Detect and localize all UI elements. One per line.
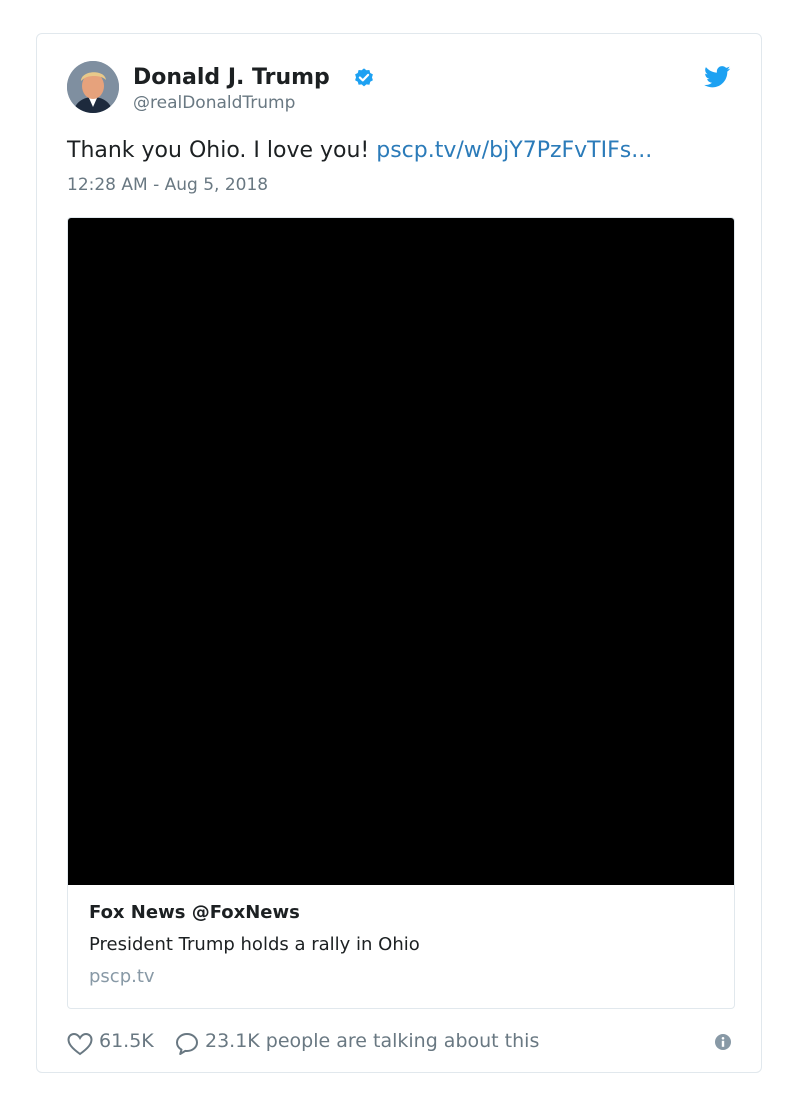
tweet-footer: 61.5K 23.1K people are talking about thi… [67, 1029, 731, 1057]
verified-badge-icon [355, 68, 373, 87]
avatar[interactable] [67, 61, 119, 113]
media-title: President Trump holds a rally in Ohio [89, 934, 420, 955]
heart-icon[interactable] [67, 1032, 93, 1056]
talking-count[interactable]: 23.1K people are talking about this [205, 1030, 539, 1052]
info-icon[interactable] [715, 1034, 731, 1050]
tweet-link[interactable]: pscp.tv/w/bjY7PzFvTIFs... [376, 138, 652, 163]
tweet-body: Thank you Ohio. I love you! [67, 138, 377, 163]
twitter-bird-icon[interactable] [704, 66, 731, 88]
media-domain: pscp.tv [89, 966, 155, 987]
video-player[interactable] [68, 218, 734, 885]
media-source: Fox News @FoxNews [89, 902, 300, 923]
profile-photo-icon [67, 61, 119, 113]
media-card[interactable]: Fox News @FoxNews President Trump holds … [67, 217, 735, 1009]
tweet-card: Donald J. Trump @realDonaldTrump Thank y… [36, 33, 762, 1073]
author-handle[interactable]: @realDonaldTrump [133, 93, 295, 113]
like-count[interactable]: 61.5K [99, 1030, 154, 1052]
media-info: Fox News @FoxNews President Trump holds … [89, 902, 714, 987]
author-name[interactable]: Donald J. Trump [133, 65, 330, 90]
speech-bubble-icon[interactable] [175, 1032, 199, 1056]
tweet-text: Thank you Ohio. I love you! pscp.tv/w/bj… [67, 138, 652, 163]
tweet-timestamp[interactable]: 12:28 AM - Aug 5, 2018 [67, 175, 268, 195]
